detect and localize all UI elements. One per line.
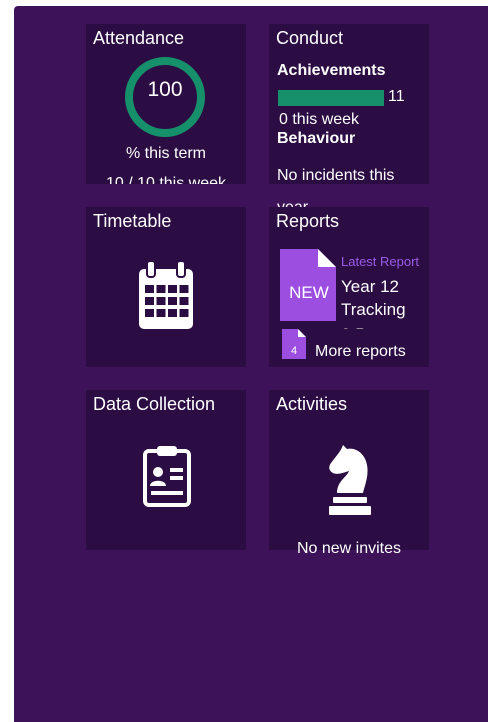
latest-report-label[interactable]: Latest Report	[341, 254, 419, 269]
clipboard-profile-icon	[143, 446, 191, 507]
conduct-tile[interactable]: Conduct Achievements 11 0 this week Beha…	[269, 24, 429, 208]
conduct-content: Conduct Achievements 11 0 this week Beha…	[269, 24, 429, 208]
reports-title: Reports	[276, 211, 340, 231]
behaviour-heading: Behaviour	[277, 130, 356, 147]
data-collection-tile[interactable]: Data Collection	[86, 390, 246, 550]
data-collection-title: Data Collection	[93, 394, 216, 414]
more-reports-link[interactable]: More reports	[315, 343, 406, 361]
achievements-total: 11	[388, 88, 405, 105]
achievements-heading: Achievements	[277, 62, 386, 79]
attendance-percent-label: % this term	[125, 145, 206, 162]
achievements-bar	[278, 90, 384, 106]
timetable-title: Timetable	[93, 211, 172, 231]
attendance-title: Attendance	[93, 28, 185, 48]
attendance-week-summary: 10 / 10 this week	[105, 175, 227, 184]
new-report-badge: NEW	[289, 283, 329, 302]
chess-knight-icon	[329, 445, 371, 515]
attendance-percent: 100	[147, 78, 183, 101]
reports-tile[interactable]: Reports NEW Latest Report Year 12 Tracki…	[269, 207, 429, 367]
attendance-tile[interactable]: Attendance 100 % this term 10 / 10 this …	[86, 24, 246, 184]
timetable-tile[interactable]: Timetable	[86, 207, 246, 367]
conduct-title: Conduct	[276, 28, 344, 48]
activities-title: Activities	[276, 394, 348, 414]
latest-report-title[interactable]: Year 12 Tracking	[341, 275, 427, 323]
latest-report-title-overflow: 2 P	[341, 323, 367, 329]
behaviour-text: No incidents this year	[277, 167, 395, 208]
more-reports-count: 4	[290, 345, 298, 357]
calendar-icon	[139, 260, 193, 329]
activities-tile[interactable]: Activities No new invites	[269, 390, 429, 557]
achievements-week: 0 this week	[279, 111, 360, 128]
activities-invites-note: No new invites	[296, 540, 402, 557]
